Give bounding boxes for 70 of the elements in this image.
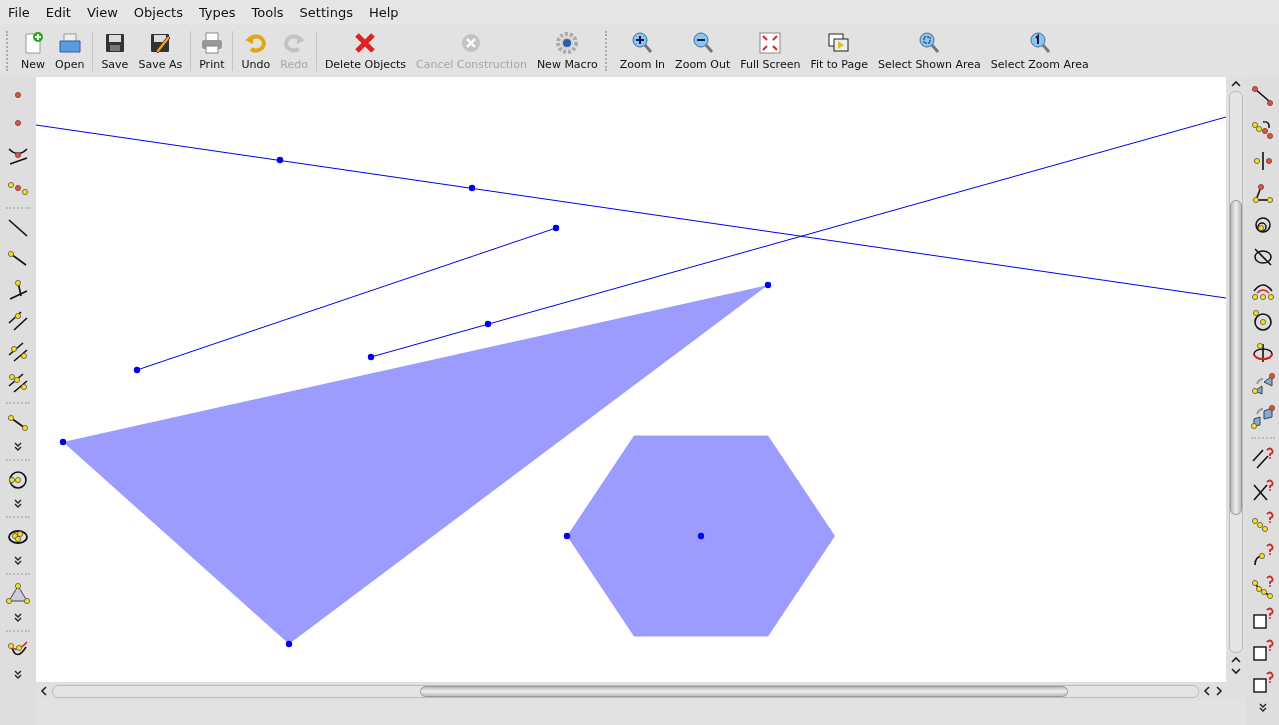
points-question-icon[interactable] [1250,511,1275,535]
chevron-icon[interactable] [13,556,23,566]
chevron-icon[interactable] [1257,703,1268,713]
circle-point-icon[interactable] [1250,309,1275,333]
square-question-icon[interactable] [1250,607,1275,631]
menu-item[interactable]: Help [362,4,405,20]
menu-item[interactable]: View [80,4,124,20]
toolbar-button[interactable]: Fit to Page [805,27,873,74]
toolbar-button[interactable]: Delete Objects [319,27,412,74]
point[interactable] [563,532,571,540]
toolbar-button[interactable]: Select Shown Area [872,27,986,74]
point[interactable] [276,156,284,164]
point[interactable] [468,184,476,192]
point[interactable] [764,281,772,289]
toolbar-button[interactable]: Open [50,27,90,74]
full-screen-icon [758,30,783,55]
toolbar-button[interactable]: New Macro [531,27,603,74]
toolbar-button[interactable]: Full Screen [735,27,806,74]
point[interactable] [484,320,492,328]
point[interactable] [285,640,293,648]
scrollbar-thumb[interactable] [1230,200,1242,515]
chevron-icon[interactable] [13,670,23,680]
chevron-icon[interactable] [13,442,23,452]
menu-item[interactable]: Types [192,4,242,20]
square-question-icon[interactable] [1250,639,1275,663]
zoom-in-icon [630,30,655,55]
menu-item[interactable]: Settings [293,4,359,20]
toolbar-button[interactable]: Zoom In [614,27,671,74]
vector-sum-icon[interactable] [6,371,30,395]
zoom-out-icon [690,30,715,55]
toolbar-button[interactable]: Save As [133,27,188,74]
square-question-icon[interactable] [1250,671,1275,695]
parallel-lines-icon[interactable] [6,309,30,333]
triangle-points-icon[interactable] [1250,181,1275,205]
toolbar-button[interactable]: New [16,27,50,74]
zoom-one-icon [1027,30,1052,55]
menu-item[interactable]: Edit [39,4,77,20]
folder-icon [57,30,82,55]
point[interactable] [367,353,375,361]
triangle-transform-icon[interactable] [1250,373,1275,397]
ellipse-arc-icon[interactable] [1250,341,1275,365]
toolbar-button[interactable]: Zoom Out [670,27,736,74]
point[interactable] [697,532,705,540]
fit-page-icon [827,30,852,55]
zoom-area-icon [917,30,942,55]
menu-item[interactable]: Tools [245,4,290,20]
cross-question-icon[interactable] [1250,479,1275,503]
toolbar-button[interactable]: Select Zoom Area [985,27,1094,74]
point[interactable] [59,438,67,446]
line-icon[interactable] [6,216,30,240]
point[interactable] [133,366,141,374]
toolbar-button[interactable]: Undo [236,27,276,74]
chevron-icon[interactable] [13,613,23,623]
gear-icon [555,30,580,55]
menu-item[interactable]: Objects [127,4,189,20]
scrollbar-thumb[interactable] [420,685,1068,697]
quadrilateral-transform-icon[interactable] [1250,405,1275,429]
ray-icon[interactable] [1250,85,1275,109]
menu-item[interactable]: File [2,4,36,20]
triangle-icon[interactable] [6,582,30,606]
vector-icon[interactable] [6,340,30,364]
toolbar-button[interactable]: Save [96,27,134,74]
circle-icon[interactable] [6,468,30,492]
delete-cross-icon [353,30,378,55]
chevron-icon[interactable] [13,499,23,509]
printer-icon [199,30,224,55]
parallel-question-icon[interactable] [1250,447,1275,471]
toolbar-button[interactable]: Print [194,27,230,74]
point[interactable] [552,224,560,232]
chain-question-icon[interactable] [1250,575,1275,599]
